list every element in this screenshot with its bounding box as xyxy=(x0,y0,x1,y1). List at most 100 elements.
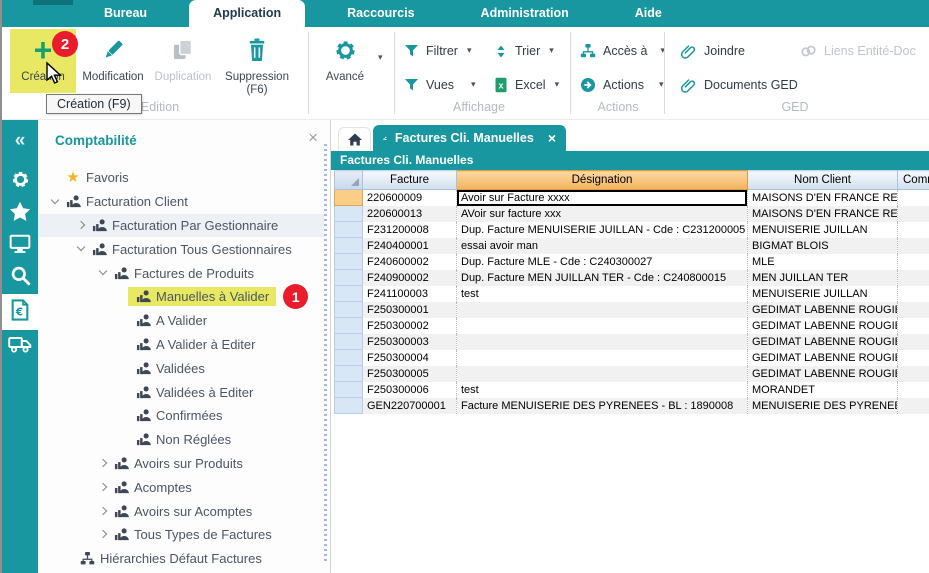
cell-nom-client[interactable]: GEDIMAT LABENNE ROUGIER xyxy=(748,318,898,334)
joindre-button[interactable]: Joindre xyxy=(680,38,745,64)
cell-facture[interactable]: F250300002 xyxy=(363,318,457,334)
cell-nom-client[interactable]: MEN JUILLAN TER xyxy=(748,270,898,286)
grid-row[interactable]: GEN220700001Facture MENUISERIE DES PYREN… xyxy=(335,398,929,414)
expander-down-icon[interactable] xyxy=(74,241,90,257)
cell-designation[interactable]: Avoir sur Facture xxxx xyxy=(457,190,748,206)
sidebar-item-logistics-truck[interactable] xyxy=(2,330,38,362)
tree-item-valid-es[interactable]: Validées xyxy=(38,356,324,380)
cell-facture[interactable]: F240900002 xyxy=(363,270,457,286)
cell-nom-client[interactable]: MAISONS D'EN FRANCE REN xyxy=(748,206,898,222)
expander-right-icon[interactable] xyxy=(96,503,112,519)
suppression-button[interactable]: Suppression (F6) xyxy=(222,29,292,101)
cell-comm[interactable] xyxy=(898,398,929,414)
row-selector[interactable] xyxy=(335,238,363,254)
row-selector[interactable] xyxy=(335,382,363,398)
grid-row[interactable]: F240900002Dup. Facture MEN JUILLAN TER -… xyxy=(335,270,929,286)
row-selector[interactable] xyxy=(335,302,363,318)
tree-item-a-valider[interactable]: A Valider xyxy=(38,309,324,333)
column-header-comm[interactable]: Comm xyxy=(898,171,929,190)
row-selector[interactable] xyxy=(335,254,363,270)
tree-item-favoris[interactable]: ★Favoris xyxy=(38,166,324,190)
row-selector[interactable] xyxy=(335,206,363,222)
filtrer-button[interactable]: Filtrer ▾ xyxy=(404,38,471,64)
expander-down-icon[interactable] xyxy=(96,265,112,281)
cell-designation[interactable] xyxy=(457,318,748,334)
sidebar-item-favorites[interactable] xyxy=(2,198,38,230)
trier-dropdown-icon[interactable]: ▾ xyxy=(549,46,554,56)
expander-right-icon[interactable] xyxy=(74,217,90,233)
cell-designation[interactable]: test xyxy=(457,382,748,398)
grid-row[interactable]: F240600002Dup. Facture MLE - Cde : C2403… xyxy=(335,254,929,270)
cell-comm[interactable] xyxy=(898,318,929,334)
sidebar-item-invoices[interactable]: € xyxy=(2,294,38,330)
active-document-tab[interactable]: Factures Cli. Manuelles × xyxy=(373,125,566,151)
select-all-corner[interactable] xyxy=(335,171,363,190)
sidebar-item-desktop[interactable] xyxy=(2,230,38,262)
cell-designation[interactable] xyxy=(457,366,748,382)
actions-button[interactable]: Actions ▾ xyxy=(580,72,664,98)
cell-comm[interactable] xyxy=(898,334,929,350)
cell-comm[interactable] xyxy=(898,382,929,398)
cell-facture[interactable]: F240400001 xyxy=(363,238,457,254)
tree-item-non-r-gl-es[interactable]: Non Réglées xyxy=(38,428,324,452)
cell-nom-client[interactable]: MORANDET xyxy=(748,382,898,398)
tree-item-facturation-client[interactable]: Facturation Client xyxy=(38,190,324,214)
tree-item-avoirs-sur-acomptes[interactable]: Avoirs sur Acomptes xyxy=(38,499,324,523)
cell-designation[interactable]: Dup. Facture MLE - Cde : C240300027 xyxy=(457,254,748,270)
modification-button[interactable]: Modification xyxy=(80,29,146,93)
ribbon-tab-bureau[interactable]: Bureau xyxy=(80,0,171,27)
expander-down-icon[interactable] xyxy=(48,194,64,210)
cell-nom-client[interactable]: MENUISERIE JUILLAN xyxy=(748,222,898,238)
actions-dropdown-icon[interactable]: ▾ xyxy=(659,80,664,90)
ribbon-tab-raccourcis[interactable]: Raccourcis xyxy=(323,0,438,27)
cell-facture[interactable]: 220600009 xyxy=(363,190,457,206)
cell-nom-client[interactable]: BIGMAT BLOIS xyxy=(748,238,898,254)
trier-button[interactable]: Trier ▾ xyxy=(494,38,554,64)
cell-facture[interactable]: F231200008 xyxy=(363,222,457,238)
expander-right-icon[interactable] xyxy=(96,527,112,543)
tree-item-a-valider-editer[interactable]: A Valider à Editer xyxy=(38,333,324,357)
row-selector[interactable] xyxy=(335,222,363,238)
cell-comm[interactable] xyxy=(898,270,929,286)
cell-facture[interactable]: 220600013 xyxy=(363,206,457,222)
tree-item-hi-rarchies-d-faut-factures[interactable]: Hiérarchies Défaut Factures xyxy=(38,547,324,571)
cell-designation[interactable]: Dup. Facture MEN JUILLAN TER - Cde : C24… xyxy=(457,270,748,286)
tree-item-facturation-tous-gestionnaires[interactable]: Facturation Tous Gestionnaires xyxy=(38,237,324,261)
cell-comm[interactable] xyxy=(898,206,929,222)
row-selector[interactable] xyxy=(335,286,363,302)
grid-row[interactable]: F241100003testMENUISERIE JUILLAN xyxy=(335,286,929,302)
grid-row[interactable]: F231200008Dup. Facture MENUISERIE JUILLA… xyxy=(335,222,929,238)
ribbon-tab-aide[interactable]: Aide xyxy=(611,0,686,27)
sidebar-item-settings[interactable] xyxy=(2,166,38,198)
sidebar-item-collapse[interactable]: « xyxy=(2,126,38,156)
avance-dropdown-icon[interactable]: ▾ xyxy=(378,53,383,63)
cell-facture[interactable]: F250300006 xyxy=(363,382,457,398)
grid-row[interactable]: F250300006testMORANDET xyxy=(335,382,929,398)
cell-designation[interactable] xyxy=(457,334,748,350)
cell-comm[interactable] xyxy=(898,350,929,366)
filtrer-dropdown-icon[interactable]: ▾ xyxy=(467,46,472,56)
vues-button[interactable]: Vues ▾ xyxy=(404,72,476,98)
cell-facture[interactable]: F241100003 xyxy=(363,286,457,302)
cell-nom-client[interactable]: GEDIMAT LABENNE ROUGIER xyxy=(748,350,898,366)
grid-row[interactable]: F250300005 GEDIMAT LABENNE ROUGIER xyxy=(335,366,929,382)
cell-comm[interactable] xyxy=(898,366,929,382)
row-selector[interactable] xyxy=(335,190,363,206)
cell-comm[interactable] xyxy=(898,222,929,238)
tree-item-manuelles-valider[interactable]: Manuelles à Valider1 xyxy=(38,285,324,309)
tree-item-valid-es-editer[interactable]: Validées à Editer xyxy=(38,380,324,404)
column-header-facture[interactable]: Facture xyxy=(363,171,457,190)
tree-item-avoirs-sur-produits[interactable]: Avoirs sur Produits xyxy=(38,452,324,476)
ribbon-tab-administration[interactable]: Administration xyxy=(457,0,593,27)
grid-row[interactable]: F250300002 GEDIMAT LABENNE ROUGIER xyxy=(335,318,929,334)
cell-facture[interactable]: GEN220700001 xyxy=(363,398,457,414)
nav-panel-close-icon[interactable]: × xyxy=(308,129,318,146)
row-selector[interactable] xyxy=(335,398,363,414)
ribbon-tab-application[interactable]: Application xyxy=(189,0,305,27)
cell-nom-client[interactable]: GEDIMAT LABENNE ROUGIER xyxy=(748,366,898,382)
cell-facture[interactable]: F250300005 xyxy=(363,366,457,382)
sidebar-item-search[interactable] xyxy=(2,262,38,294)
tree-item-facturation-par-gestionnaire[interactable]: Facturation Par Gestionnaire xyxy=(38,214,324,238)
cell-comm[interactable] xyxy=(898,254,929,270)
excel-button[interactable]: x Excel ▾ xyxy=(494,72,559,98)
